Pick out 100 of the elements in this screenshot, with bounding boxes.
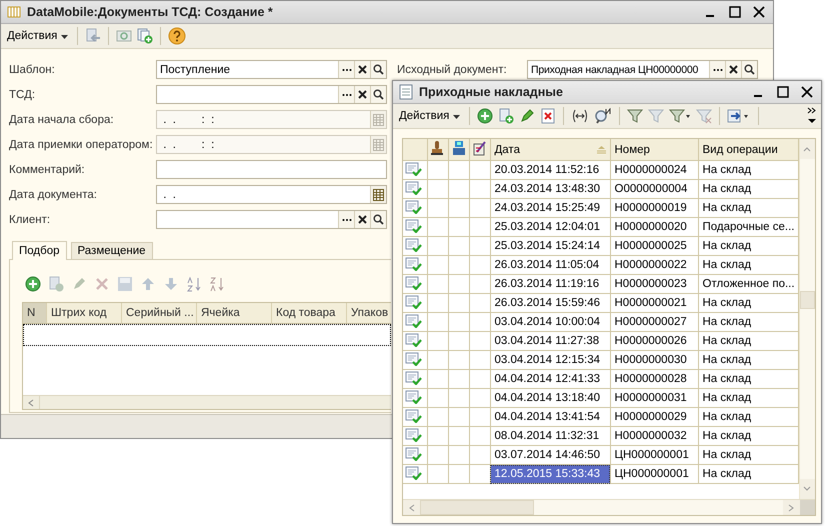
input-field[interactable]: Поступление xyxy=(156,60,387,79)
posted-document-icon xyxy=(405,180,422,194)
posted-document-icon xyxy=(405,352,422,366)
sort-descending-icon[interactable] xyxy=(209,276,225,292)
scroll-thumb[interactable] xyxy=(800,291,814,309)
ellipsis-icon xyxy=(342,218,352,222)
filter-icon[interactable] xyxy=(626,108,643,124)
table-row[interactable]: 08.04.2014 11:32:31 Н0000000032 На склад xyxy=(403,426,798,446)
column-header[interactable]: Вид операции xyxy=(698,139,798,160)
tab[interactable]: Размещение xyxy=(70,242,153,259)
add-icon[interactable] xyxy=(25,276,41,292)
table-cell: 26.03.2014 15:59:46 xyxy=(490,294,610,312)
posted-document-icon xyxy=(405,276,422,290)
scroll-left-icon[interactable] xyxy=(28,398,34,406)
maximize-icon[interactable] xyxy=(729,6,741,18)
close-icon[interactable] xyxy=(801,86,813,98)
search-button[interactable] xyxy=(370,61,386,78)
delete-icon[interactable] xyxy=(540,108,556,124)
table-cell: Н0000000030 xyxy=(610,350,698,370)
table-row[interactable]: 26.03.2014 11:19:16 Н0000000023 Отложенное по... xyxy=(403,274,798,294)
column-header[interactable]: Штрих код xyxy=(47,303,122,323)
stamp-icon xyxy=(430,140,442,156)
table-row[interactable]: 03.04.2014 11:27:38 Н0000000026 На склад xyxy=(403,332,798,350)
table-row[interactable] xyxy=(23,324,391,346)
search-icon[interactable] xyxy=(594,108,612,124)
search-button[interactable] xyxy=(741,61,757,78)
table-row[interactable]: 04.04.2014 12:41:33 Н0000000028 На склад xyxy=(403,370,798,388)
input-field[interactable] xyxy=(156,85,387,104)
horizontal-scrollbar[interactable] xyxy=(23,395,391,409)
column-header[interactable]: Серийный ... xyxy=(122,303,197,323)
vertical-scrollbar[interactable] xyxy=(798,139,814,499)
calendar-button[interactable] xyxy=(370,186,386,203)
table-cell: Подарочные се... xyxy=(698,218,798,236)
table-row[interactable]: 24.03.2014 15:25:49 Н0000000019 На склад xyxy=(403,198,798,218)
input-field[interactable] xyxy=(156,160,387,179)
actions-menu[interactable]: Действия xyxy=(5,30,70,42)
column-header[interactable] xyxy=(469,139,490,160)
date-field[interactable]: . . xyxy=(156,185,387,204)
table-row[interactable]: 20.03.2014 11:52:16 Н0000000024 На склад xyxy=(403,160,798,180)
scroll-up-icon[interactable] xyxy=(803,146,811,152)
table-cell: 08.04.2014 11:32:31 xyxy=(490,426,610,446)
search-button[interactable] xyxy=(370,211,386,228)
table-row[interactable]: 26.03.2014 15:59:46 Н0000000021 На склад xyxy=(403,294,798,312)
select-button[interactable] xyxy=(709,61,725,78)
table-cell: ЦН000000001 xyxy=(610,464,698,484)
copy-add-icon[interactable] xyxy=(498,108,514,124)
column-header[interactable] xyxy=(448,139,469,160)
scroll-left-icon[interactable] xyxy=(408,504,414,512)
add-icon[interactable] xyxy=(476,108,493,124)
filter-icon[interactable] xyxy=(668,108,691,124)
table-row[interactable]: 12.05.2015 15:33:43 ЦН000000001 На склад xyxy=(403,464,798,484)
more-icon[interactable] xyxy=(807,106,817,126)
table-row[interactable]: 25.03.2014 12:04:01 Н0000000020 Подарочные се... xyxy=(403,218,798,236)
column-header[interactable] xyxy=(427,139,448,160)
table-cell: На склад xyxy=(698,236,798,256)
table-row[interactable]: 24.03.2014 13:48:30 О0000000004 На склад xyxy=(403,180,798,198)
close-icon[interactable] xyxy=(753,6,765,18)
copy-add-icon[interactable] xyxy=(136,28,153,44)
select-button[interactable] xyxy=(338,61,354,78)
table-row[interactable]: 03.04.2014 12:15:34 Н0000000030 На склад xyxy=(403,350,798,370)
scroll-right-icon[interactable] xyxy=(788,504,794,512)
posted-document-icon xyxy=(405,162,422,176)
sort-ascending-icon[interactable] xyxy=(186,276,202,292)
column-header[interactable]: Код товара xyxy=(272,303,347,323)
table-cell: На склад xyxy=(698,370,798,388)
table-row[interactable]: 04.04.2014 13:41:54 Н0000000029 На склад xyxy=(403,408,798,426)
actions-menu[interactable]: Действия xyxy=(397,110,462,122)
column-header[interactable]: Ячейка xyxy=(197,303,272,323)
scroll-down-icon[interactable] xyxy=(803,486,811,492)
table-row[interactable]: 26.03.2014 11:05:04 Н0000000022 На склад xyxy=(403,256,798,274)
clear-button[interactable] xyxy=(354,61,370,78)
column-header[interactable]: Дата xyxy=(490,139,610,160)
expand-icon[interactable] xyxy=(570,108,589,124)
clear-button[interactable] xyxy=(354,211,370,228)
maximize-icon[interactable] xyxy=(777,86,789,98)
table-row[interactable]: 03.07.2014 14:46:50 ЦН000000001 На склад xyxy=(403,446,798,464)
table-cell: Н0000000022 xyxy=(610,256,698,274)
ellipsis-icon xyxy=(712,68,722,72)
export-icon[interactable] xyxy=(726,108,751,124)
input-field[interactable] xyxy=(156,210,387,229)
pencil-icon[interactable] xyxy=(518,108,535,124)
search-button[interactable] xyxy=(370,86,386,103)
select-button[interactable] xyxy=(338,86,354,103)
table-cell: 26.03.2014 11:05:04 xyxy=(490,256,610,274)
table-row[interactable]: 04.04.2014 13:18:40 Н0000000031 На склад xyxy=(403,388,798,408)
field-label: Дата документа: xyxy=(9,188,98,200)
table-row[interactable]: 25.03.2014 15:24:14 Н0000000025 На склад xyxy=(403,236,798,256)
posted-document-icon xyxy=(405,314,422,328)
select-button[interactable] xyxy=(338,211,354,228)
input-field[interactable]: Приходная накладная ЦН00000000 xyxy=(527,60,758,79)
clear-button[interactable] xyxy=(354,86,370,103)
table-row[interactable]: 03.04.2014 10:00:04 Н0000000027 На склад xyxy=(403,312,798,332)
column-header[interactable]: Номер xyxy=(610,139,698,160)
tab[interactable]: Подбор xyxy=(12,241,66,260)
scroll-thumb[interactable] xyxy=(420,500,534,515)
field-label: Клиент: xyxy=(9,214,52,226)
column-header[interactable]: N xyxy=(23,303,47,323)
help-icon[interactable] xyxy=(168,27,186,45)
table-cell: Н0000000020 xyxy=(610,218,698,236)
clear-button[interactable] xyxy=(725,61,741,78)
